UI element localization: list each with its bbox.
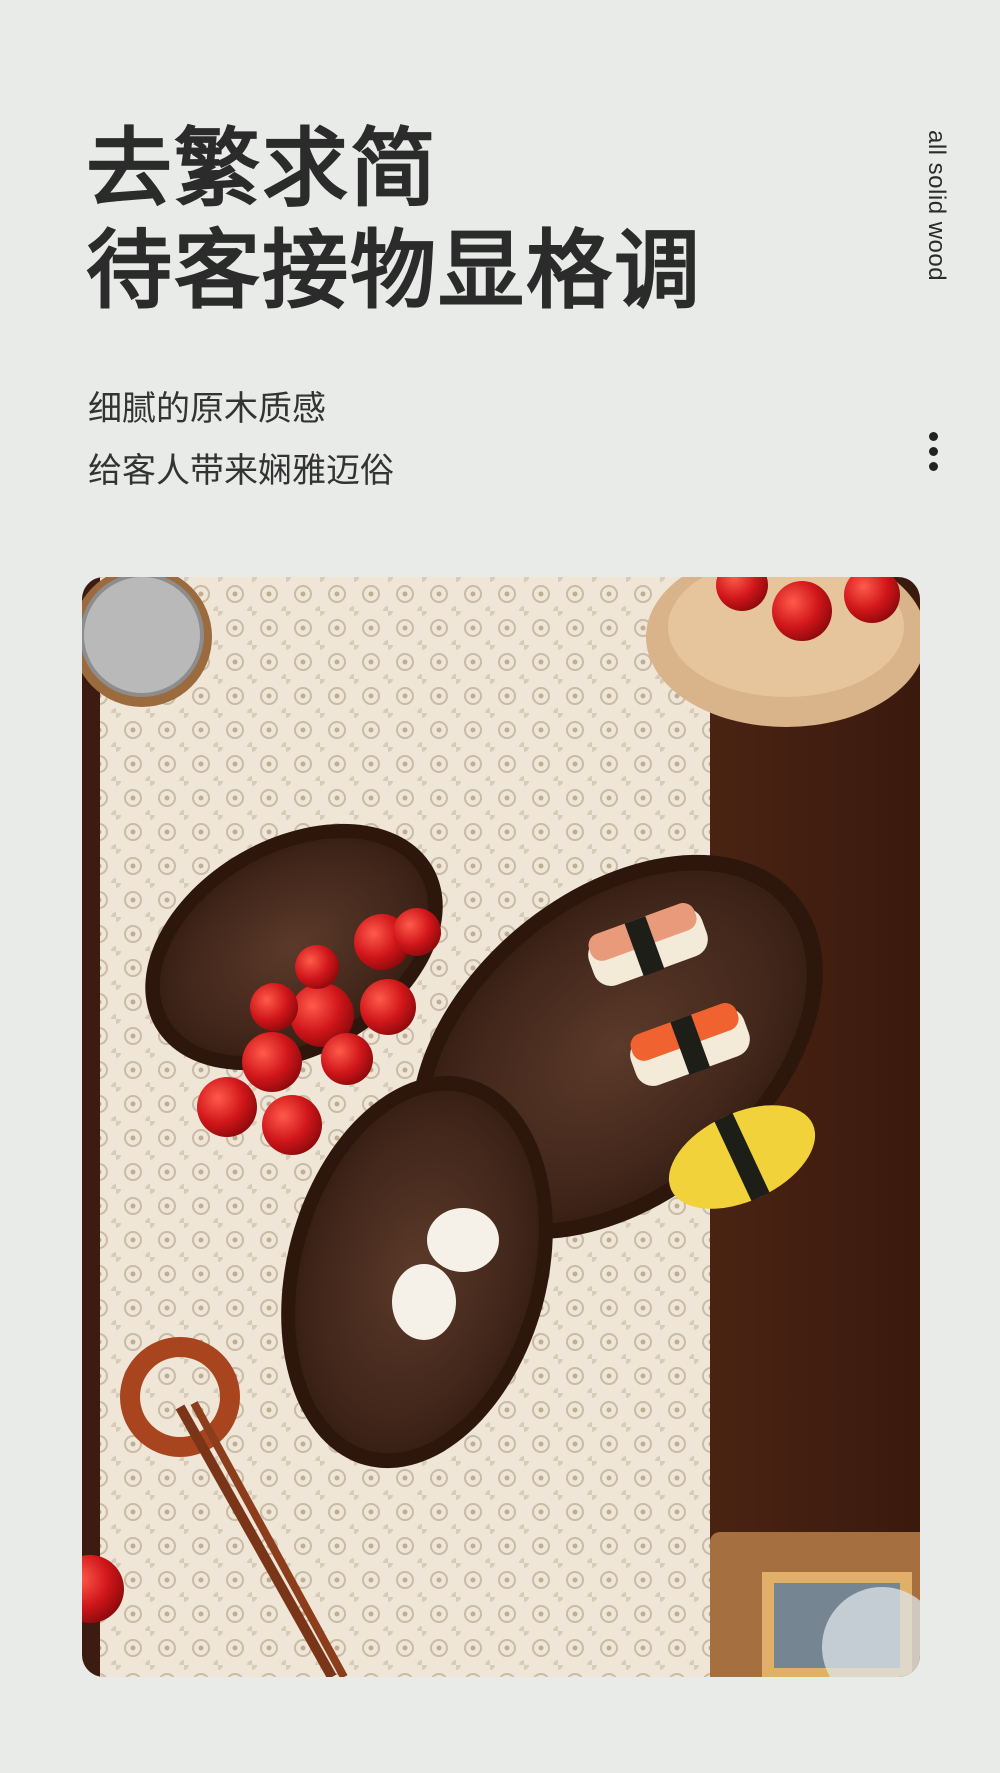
subtitle-line-2: 给客人带来娴雅迈俗 (88, 451, 394, 491)
subtitle-line-1: 细腻的原木质感 (88, 389, 326, 429)
dot (929, 462, 938, 471)
page-headline: 去繁求简 待客接物显格调 (86, 118, 702, 322)
dot (929, 432, 938, 441)
metal-cup (82, 577, 204, 697)
more-vertical-icon (929, 432, 939, 477)
headline-line-2: 待客接物显格调 (86, 221, 702, 321)
side-label: all solid wood (923, 130, 950, 282)
headline-line-1: 去繁求简 (86, 119, 438, 219)
product-photo (82, 577, 920, 1677)
dot (929, 447, 938, 456)
subtitle: 细腻的原木质感 给客人带来娴雅迈俗 (88, 378, 394, 502)
